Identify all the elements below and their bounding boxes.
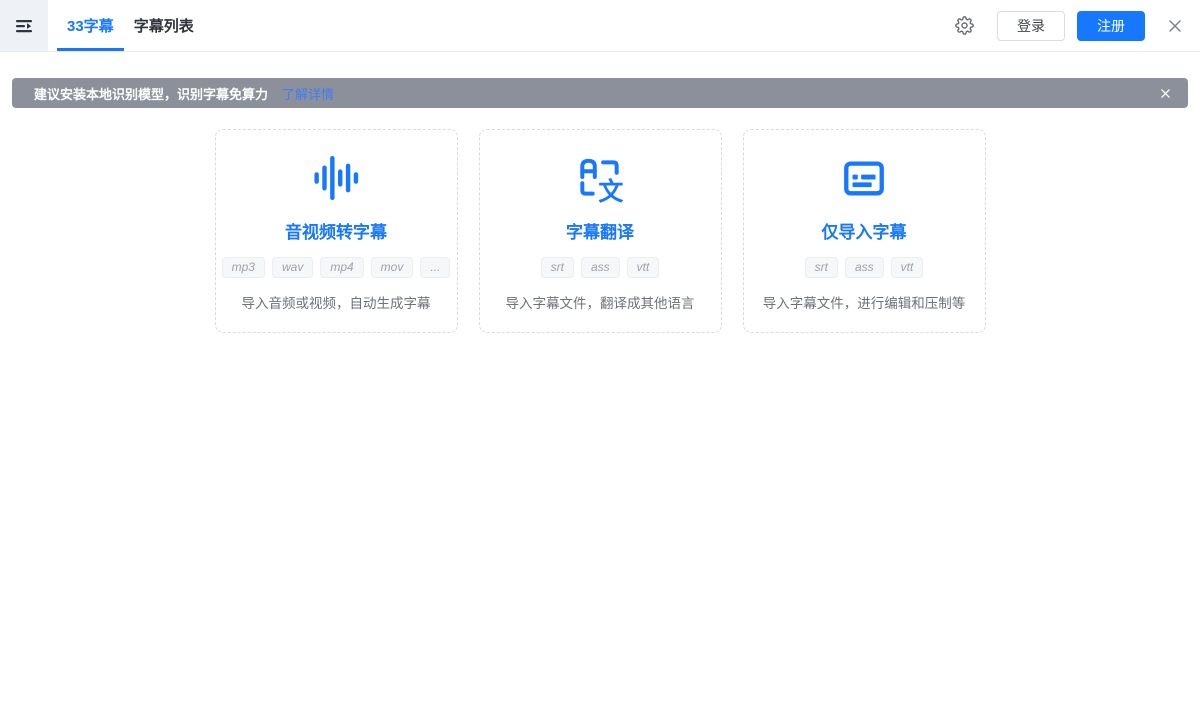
action-cards: 音视频转字幕 mp3 wav mp4 mov ... 导入音频或视频，自动生成字… — [0, 129, 1200, 333]
banner-close-icon — [1160, 88, 1171, 99]
format-tag: ass — [580, 257, 620, 279]
card-import-subtitle[interactable]: 仅导入字幕 srt ass vtt 导入字幕文件，进行编辑和压制等 — [742, 129, 986, 333]
card-description: 导入音频或视频，自动生成字幕 — [241, 296, 431, 312]
register-button[interactable]: 注册 — [1077, 10, 1145, 41]
card-title: 仅导入字幕 — [821, 223, 907, 242]
format-tag: ass — [844, 257, 884, 279]
card-media-to-subtitle[interactable]: 音视频转字幕 mp3 wav mp4 mov ... 导入音频或视频，自动生成字… — [214, 129, 458, 333]
card-title: 字幕翻译 — [566, 223, 634, 242]
login-button[interactable]: 登录 — [997, 10, 1065, 41]
format-tag: vtt — [890, 257, 924, 279]
window-close-button[interactable] — [1167, 18, 1183, 34]
format-tag: mp3 — [221, 257, 265, 279]
translate-icon-glyph: 文 — [598, 177, 624, 203]
format-tag: wav — [271, 257, 314, 279]
titlebar-actions: 登录 注册 — [955, 0, 1200, 51]
subtitles-icon — [744, 151, 985, 205]
card-title: 音视频转字幕 — [285, 223, 387, 242]
learn-more-link[interactable]: 了解详情 — [282, 84, 334, 103]
format-tag: ... — [420, 257, 451, 279]
format-tag: srt — [540, 257, 574, 279]
tab-subtitle-list[interactable]: 字幕列表 — [124, 0, 204, 51]
notice-banner-text: 建议安装本地识别模型，识别字幕免算力 — [34, 86, 269, 102]
gear-icon — [955, 16, 974, 35]
tab-bar: 33字幕 字幕列表 — [57, 0, 204, 51]
card-subtitle-translate[interactable]: 文 字幕翻译 srt ass vtt 导入字幕文件，翻译成其他语言 — [478, 129, 722, 333]
close-icon — [1167, 18, 1183, 34]
tab-home-label: 33字幕 — [67, 18, 114, 35]
menu-unfold-icon — [14, 16, 34, 36]
tab-subtitle-list-label: 字幕列表 — [133, 18, 194, 35]
titlebar: 33字幕 字幕列表 登录 注册 — [0, 0, 1200, 52]
tab-home[interactable]: 33字幕 — [57, 0, 124, 51]
notice-banner: 建议安装本地识别模型，识别字幕免算力 了解详情 — [12, 78, 1188, 108]
format-tag: mp4 — [320, 257, 364, 279]
settings-button[interactable] — [955, 16, 974, 35]
card-description: 导入字幕文件，进行编辑和压制等 — [762, 296, 966, 312]
format-tag-list: mp3 wav mp4 mov ... — [216, 257, 457, 279]
menu-toggle-button[interactable] — [0, 0, 48, 51]
format-tag: vtt — [626, 257, 660, 279]
waveform-icon — [216, 151, 457, 205]
card-description: 导入字幕文件，翻译成其他语言 — [505, 296, 695, 312]
format-tag: mov — [370, 257, 414, 279]
format-tag-list: srt ass vtt — [480, 257, 721, 279]
format-tag: srt — [804, 257, 838, 279]
translate-icon: 文 — [480, 151, 721, 205]
format-tag-list: srt ass vtt — [744, 257, 985, 279]
banner-close-button[interactable] — [1160, 88, 1171, 99]
